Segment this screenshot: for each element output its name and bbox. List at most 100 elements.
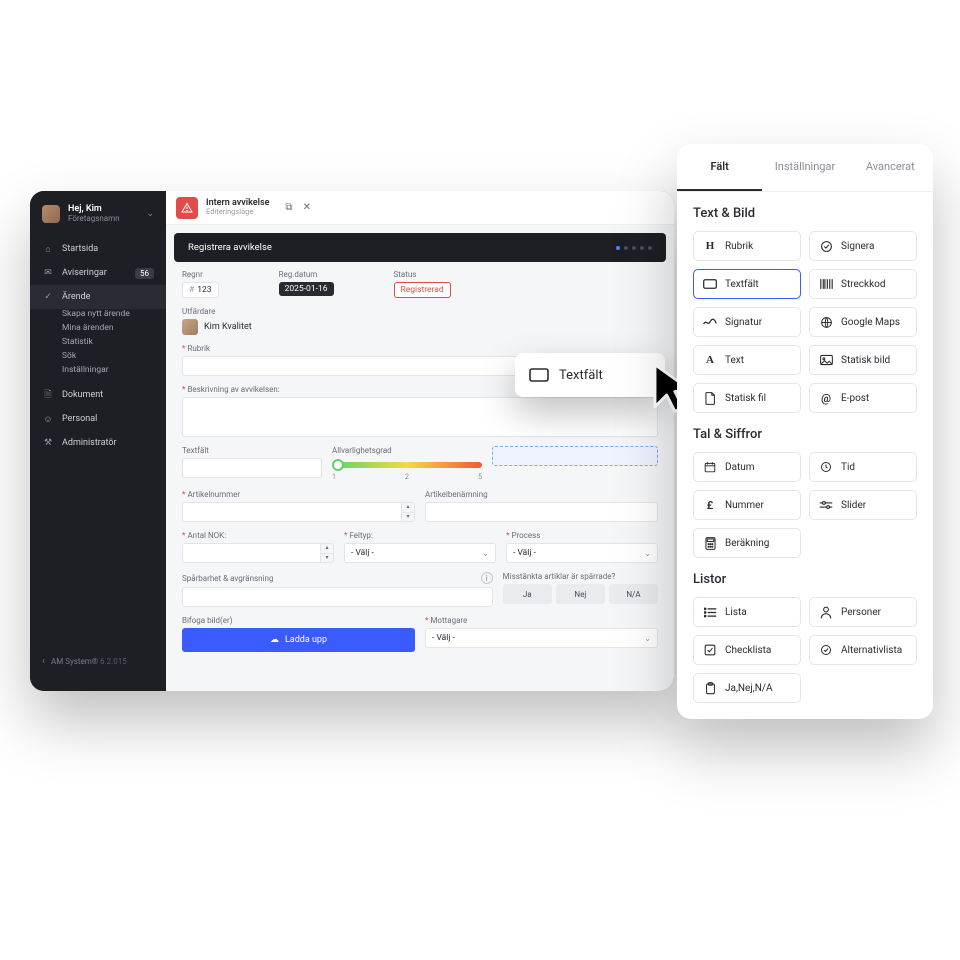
close-icon[interactable]: ✕ [303,202,311,213]
version-footer: ‹ AM System® 6.2.015 [30,646,166,677]
notification-count: 56 [135,268,154,279]
field-type-slider[interactable]: Slider [809,490,917,520]
field-type-nummer[interactable]: £Nummer [693,490,801,520]
subnav-item[interactable]: Inställningar [62,365,166,375]
seg-nej[interactable]: Nej [556,584,605,604]
field-type-personer[interactable]: Personer [809,597,917,627]
field-type-signatur[interactable]: Signatur [693,307,801,337]
regnr-label: Regnr [182,270,219,279]
field-type-ja,nej,n/a[interactable]: Ja,Nej,N/A [693,673,801,703]
field-type-tid[interactable]: Tid [809,452,917,482]
tab-fields[interactable]: Fält [677,144,762,191]
chevron-down-icon: ⌄ [482,549,489,558]
field-type-beräkning[interactable]: Beräkning [693,528,801,558]
issuer: Kim Kvalitet [182,319,658,335]
seg-na[interactable]: N/A [609,584,658,604]
inbox-icon: ✉ [42,267,54,279]
status-value: Registrerad [394,282,451,298]
field-type-signera[interactable]: Signera [809,231,917,261]
process-select[interactable]: - Välj -⌄ [506,543,658,563]
section-header: Registrera avvikelse [174,233,666,262]
company-name: Företagsnamn [68,214,120,223]
nav-case[interactable]: ✓ Ärende [30,285,166,309]
user-menu[interactable]: Hej, Kim Företagsnamn ⌄ [30,205,166,237]
chevron-down-icon: ⌄ [644,634,651,643]
section-title: Tal & Siffror [693,427,917,442]
field-panel: Fält Inställningar Avancerat Text & Bild… [677,144,933,719]
subnav-item[interactable]: Statistik [62,337,166,347]
copy-icon[interactable]: ⧉ [285,202,292,213]
status-label: Status [394,270,451,279]
image-icon [819,353,833,367]
sign-icon [819,239,833,253]
antal-input[interactable]: ▴▾ [182,543,334,563]
field-type-google-maps[interactable]: Google Maps [809,307,917,337]
tab-settings[interactable]: Inställningar [762,144,847,191]
map-icon [819,315,833,329]
field-type-rubrik[interactable]: HRubrik [693,231,801,261]
nav-notifications[interactable]: ✉ Aviseringar 56 [30,261,166,285]
nav-personal[interactable]: ☺ Personal [30,407,166,431]
drag-chip-textfield[interactable]: Textfält [515,353,665,397]
field-type-streckkod[interactable]: Streckkod [809,269,917,299]
feltyp-select[interactable]: - Välj -⌄ [344,543,496,563]
field-type-datum[interactable]: Datum [693,452,801,482]
main-pane: Intern avvikelse Editeringsläge ⧉ ✕ Regi… [166,191,674,691]
subnav-item[interactable]: Sök [62,351,166,361]
field-type-e-post[interactable]: @E-post [809,383,917,413]
avatar [182,319,198,335]
chevron-left-icon[interactable]: ‹ [42,656,45,667]
field-type-textfält[interactable]: Textfält [693,269,801,299]
file-icon [703,391,717,405]
field-type-statisk-fil[interactable]: Statisk fil [693,383,801,413]
A-icon: A [703,353,717,367]
textfalt-input[interactable] [182,458,322,478]
seg-ja[interactable]: Ja [503,584,552,604]
artikelben-input[interactable] [425,502,658,522]
section-title: Text & Bild [693,206,917,221]
warning-icon [176,197,198,219]
artikelben-label: Artikelbenämning [425,490,658,499]
barcode-icon [819,277,833,291]
field-type-text[interactable]: AText [693,345,801,375]
section-title: Listor [693,572,917,587]
upload-button[interactable]: ☁ Ladda upp [182,628,415,652]
nav-start[interactable]: ⌂ Startsida [30,237,166,261]
feltyp-label: Feltyp: [344,531,496,540]
step-dots [616,246,652,250]
tab-advanced[interactable]: Avancerat [848,144,933,191]
person-icon: ☺ [42,413,54,425]
nav-document[interactable]: 🗎 Dokument [30,383,166,407]
avatar [42,205,60,223]
trace-input[interactable] [182,587,493,607]
severity-slider[interactable] [332,462,482,468]
chevron-down-icon: ⌄ [644,549,651,558]
subnav-item[interactable]: Mina ärenden [62,323,166,333]
suspect-segment: Ja Nej N/A [503,584,658,604]
field-type-lista[interactable]: Lista [693,597,801,627]
document-icon: 🗎 [42,389,54,401]
toolbox-icon: ⚒ [42,437,54,449]
attach-label: Bifoga bild(er) [182,616,415,625]
case-subnav: Skapa nytt ärende Mina ärenden Statistik… [30,309,166,375]
subnav-item[interactable]: Skapa nytt ärende [62,309,166,319]
cal-icon [703,460,717,474]
textfalt-label: Textfält [182,446,322,455]
info-icon[interactable]: i [481,572,493,584]
nav-admin[interactable]: ⚒ Administratör [30,431,166,455]
recipient-select[interactable]: - Välj -⌄ [425,628,658,648]
list-icon [703,605,717,619]
field-type-checklista[interactable]: Checklista [693,635,801,665]
field-type-alternativlista[interactable]: Alternativlista [809,635,917,665]
form: Regnr #123 Reg.datum 2025-01-16 Status R… [166,270,674,668]
severity-label: Allvarlighetsgrad [332,446,482,455]
H-icon: H [703,239,717,253]
check-icon: ✓ [42,291,54,303]
beskrivning-textarea[interactable] [182,397,658,437]
sidebar: Hej, Kim Företagsnamn ⌄ ⌂ Startsida ✉ Av… [30,191,166,691]
field-type-statisk-bild[interactable]: Statisk bild [809,345,917,375]
rectangle-icon [529,368,549,382]
artikelnr-input[interactable]: ▴▾ [182,502,415,522]
app-window: Hej, Kim Företagsnamn ⌄ ⌂ Startsida ✉ Av… [30,191,674,691]
drop-target[interactable] [492,446,658,466]
